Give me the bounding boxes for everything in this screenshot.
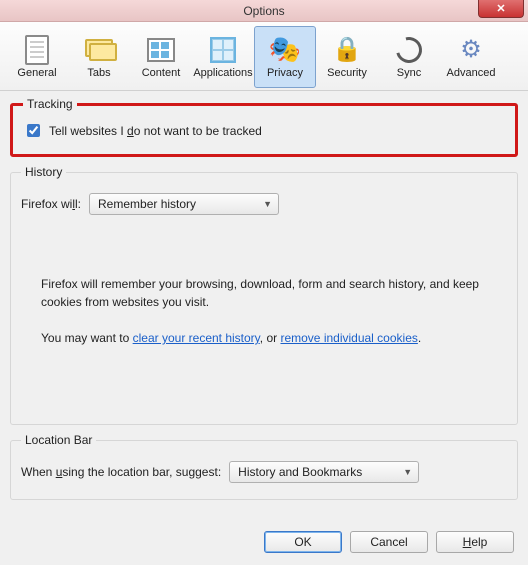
tab-applications[interactable]: Applications [192, 26, 254, 88]
tab-tabs[interactable]: Tabs [68, 26, 130, 88]
tab-security[interactable]: 🔒 Security [316, 26, 378, 88]
history-hint: You may want to clear your recent histor… [41, 329, 487, 347]
tab-general[interactable]: General [6, 26, 68, 88]
chevron-down-icon: ▼ [403, 467, 412, 477]
panel-content: Tracking Tell websites I do not want to … [0, 91, 528, 518]
options-dialog: Options ✕ General Tabs Content Applicati… [0, 0, 528, 565]
tab-sync[interactable]: Sync [378, 26, 440, 88]
security-icon: 🔒 [333, 36, 361, 64]
clear-history-link[interactable]: clear your recent history [133, 331, 260, 345]
tab-privacy-label: Privacy [267, 67, 303, 79]
history-info: Firefox will remember your browsing, dow… [41, 275, 487, 347]
cancel-button[interactable]: Cancel [350, 531, 428, 553]
close-button[interactable]: ✕ [478, 0, 524, 18]
content-icon [147, 36, 175, 64]
tab-content-label: Content [142, 67, 181, 79]
locationbar-group: Location Bar When using the location bar… [10, 433, 518, 500]
locationbar-label: When using the location bar, suggest: [21, 465, 221, 479]
remove-cookies-link[interactable]: remove individual cookies [280, 331, 417, 345]
window-title: Options [243, 4, 284, 18]
tab-privacy[interactable]: 🎭 Privacy [254, 26, 316, 88]
tab-security-label: Security [327, 67, 367, 79]
help-button[interactable]: Help [436, 531, 514, 553]
history-mode-dropdown[interactable]: Remember history ▼ [89, 193, 279, 215]
dnt-label[interactable]: Tell websites I do not want to be tracke… [49, 124, 262, 138]
firefox-will-label: Firefox will: [21, 197, 81, 211]
locationbar-legend: Location Bar [21, 433, 96, 447]
ok-button[interactable]: OK [264, 531, 342, 553]
sync-icon [395, 36, 423, 64]
titlebar: Options ✕ [0, 0, 528, 22]
close-icon: ✕ [496, 2, 505, 15]
history-desc: Firefox will remember your browsing, dow… [41, 275, 487, 311]
history-mode-value: Remember history [98, 197, 196, 211]
privacy-icon: 🎭 [271, 36, 299, 64]
category-toolbar: General Tabs Content Applications 🎭 Priv… [0, 22, 528, 91]
tracking-legend: Tracking [23, 97, 77, 111]
tab-advanced-label: Advanced [447, 67, 496, 79]
dialog-buttons: OK Cancel Help [264, 531, 514, 553]
history-group: History Firefox will: Remember history ▼… [10, 165, 518, 425]
dnt-checkbox[interactable] [27, 124, 40, 137]
history-legend: History [21, 165, 66, 179]
tab-tabs-label: Tabs [87, 67, 110, 79]
tracking-group: Tracking Tell websites I do not want to … [10, 97, 518, 157]
tab-general-label: General [17, 67, 56, 79]
general-icon [23, 36, 51, 64]
tabs-icon [85, 36, 113, 64]
locationbar-suggest-dropdown[interactable]: History and Bookmarks ▼ [229, 461, 419, 483]
tab-advanced[interactable]: ⚙ Advanced [440, 26, 502, 88]
chevron-down-icon: ▼ [263, 199, 272, 209]
tab-content[interactable]: Content [130, 26, 192, 88]
tab-applications-label: Applications [193, 67, 252, 79]
locationbar-suggest-value: History and Bookmarks [238, 465, 362, 479]
advanced-icon: ⚙ [457, 36, 485, 64]
tab-sync-label: Sync [397, 67, 421, 79]
applications-icon [209, 36, 237, 64]
